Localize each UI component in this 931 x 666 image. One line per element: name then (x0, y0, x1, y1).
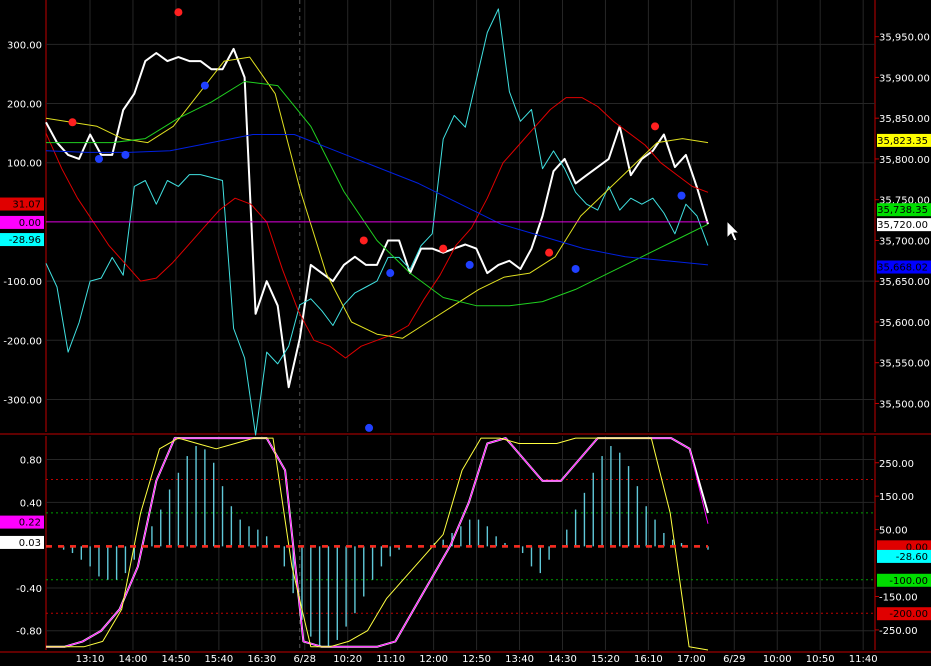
signal-marker (651, 122, 660, 131)
left-tick-label: -0.80 (16, 627, 42, 638)
x-tick-label: 16:30 (247, 654, 276, 665)
right-value-badge: -200.00 (889, 609, 928, 620)
right-tick-label: 250.00 (879, 459, 914, 470)
left-value-badge: 31.07 (12, 200, 41, 211)
left-tick-label: 100.00 (7, 159, 42, 170)
right-tick-label: 35,550.00 (879, 359, 930, 370)
right-tick-label: 35,700.00 (879, 236, 930, 247)
chart-root: 300.00 200.00 100.00 -100.00 -200.00 -300.00 3… (0, 0, 931, 666)
right-tick-label: 35,500.00 (879, 399, 930, 410)
x-tick-label: 10:20 (333, 654, 362, 665)
x-tick-label: 12:50 (462, 654, 491, 665)
background (0, 0, 931, 666)
right-tick-label: 35,950.00 (879, 33, 930, 44)
right-tick-label: 35,600.00 (879, 318, 930, 329)
right-tick-label: -250.00 (879, 626, 918, 637)
x-tick-label: 14:50 (161, 654, 190, 665)
signal-marker (94, 154, 103, 163)
x-tick-label: 17:00 (677, 654, 706, 665)
x-tick-label: 16:10 (634, 654, 663, 665)
left-tick-label: -200.00 (3, 336, 42, 347)
left-value-badge: -28.96 (9, 235, 41, 246)
x-tick-label: 14:30 (548, 654, 577, 665)
right-tick-label: 50.00 (879, 526, 908, 537)
x-tick-label: 14:00 (119, 654, 148, 665)
right-value-badge: 35,738.35 (877, 205, 928, 216)
left-tick-label: -100.00 (3, 277, 42, 288)
left-tick-label: 200.00 (7, 100, 42, 111)
signal-marker (365, 423, 374, 432)
left-tick-label: 0.80 (20, 456, 42, 467)
signal-marker (68, 118, 77, 127)
left-tick-label: 300.00 (7, 40, 42, 51)
right-value-badge: 35,823.35 (877, 136, 928, 147)
x-tick-label: 12:00 (419, 654, 448, 665)
right-tick-label: 35,650.00 (879, 277, 930, 288)
x-tick-label: 6/28 (294, 654, 316, 665)
x-tick-label: 11:40 (849, 654, 878, 665)
right-value-badge: 35,668.02 (877, 263, 928, 274)
left-value-badge: 0.22 (19, 518, 41, 529)
signal-marker (121, 150, 130, 159)
right-tick-label: -150.00 (879, 593, 918, 604)
signal-marker (439, 244, 448, 253)
signal-marker (677, 191, 686, 200)
x-tick-label: 10:00 (763, 654, 792, 665)
right-value-badge: 35,720.00 (877, 220, 928, 231)
x-tick-label: 11:10 (376, 654, 405, 665)
x-tick-label: 10:50 (806, 654, 835, 665)
signal-marker (200, 81, 209, 90)
signal-marker (174, 8, 183, 17)
x-tick-label: 6/29 (723, 654, 745, 665)
right-tick-label: 35,800.00 (879, 155, 930, 166)
right-value-badge: -28.60 (896, 552, 928, 563)
right-tick-label: 35,850.00 (879, 114, 930, 125)
right-value-badge: -100.00 (889, 576, 928, 587)
signal-marker (386, 269, 395, 278)
left-tick-label: -0.40 (16, 584, 42, 595)
left-tick-label: 0.40 (20, 498, 42, 509)
right-tick-label: 150.00 (879, 492, 914, 503)
x-tick-label: 15:20 (591, 654, 620, 665)
x-tick-label: 13:40 (505, 654, 534, 665)
signal-marker (571, 264, 580, 273)
x-tick-label: 13:10 (76, 654, 105, 665)
right-tick-label: 35,900.00 (879, 73, 930, 84)
signal-marker (465, 260, 474, 269)
x-tick-label: 15:40 (204, 654, 233, 665)
left-value-badge: 0.00 (19, 218, 41, 229)
left-tick-label: -300.00 (3, 395, 42, 406)
left-value-badge: 0.03 (19, 538, 41, 549)
signal-marker (359, 236, 368, 245)
signal-marker (545, 248, 554, 257)
